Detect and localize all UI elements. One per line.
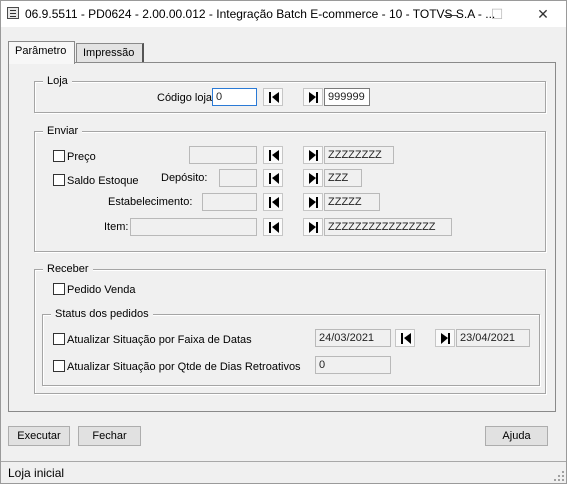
group-enviar-title: Enviar: [43, 124, 83, 138]
data-inicial-input[interactable]: 24/03/2021: [315, 329, 391, 347]
title-bar: 06.9.5511 - PD0624 - 2.00.00.012 - Integ…: [1, 1, 566, 27]
group-loja-title: Loja: [43, 74, 72, 88]
dias-retroativos-input[interactable]: 0: [315, 356, 391, 374]
minimize-button[interactable]: —: [428, 1, 474, 27]
pedido-venda-checkbox[interactable]: [53, 283, 65, 295]
preco-label: Preço: [67, 151, 96, 163]
deposito-final-input[interactable]: ZZZ: [324, 169, 362, 187]
pedido-venda-label: Pedido Venda: [67, 284, 136, 296]
last-record-icon[interactable]: [303, 169, 323, 187]
first-record-icon[interactable]: [395, 329, 415, 347]
preco-inicial-input[interactable]: [189, 146, 257, 164]
maximize-button[interactable]: ☐: [474, 1, 520, 27]
dias-retroativos-checkbox[interactable]: [53, 360, 65, 372]
resize-grip-icon[interactable]: [554, 471, 564, 481]
group-loja: Loja: [34, 74, 546, 113]
codigo-loja-final-value: 999999: [328, 91, 365, 103]
last-record-icon[interactable]: [303, 193, 323, 211]
main-window: 06.9.5511 - PD0624 - 2.00.00.012 - Integ…: [0, 0, 567, 484]
item-label: Item:: [104, 221, 129, 233]
group-status-pedidos-title: Status dos pedidos: [51, 307, 153, 321]
codigo-loja-inicial-value: 0: [216, 91, 223, 103]
status-bar: Loja inicial: [1, 461, 566, 483]
last-record-icon[interactable]: [303, 146, 323, 164]
first-record-icon[interactable]: [263, 169, 283, 187]
first-record-icon[interactable]: [263, 88, 283, 106]
group-receber-title: Receber: [43, 262, 93, 276]
last-record-icon[interactable]: [303, 218, 323, 236]
tab-panel-parametro: Loja Código loja: 0 999999 Enviar Preço …: [8, 62, 556, 412]
estabelecimento-final-input[interactable]: ZZZZZ: [324, 193, 380, 211]
tab-parametro[interactable]: Parâmetro: [8, 41, 75, 64]
last-record-icon[interactable]: [435, 329, 455, 347]
codigo-loja-inicial-input[interactable]: 0: [212, 88, 257, 106]
item-final-input[interactable]: ZZZZZZZZZZZZZZZZ: [324, 218, 452, 236]
estabelecimento-inicial-input[interactable]: [202, 193, 257, 211]
window-title: 06.9.5511 - PD0624 - 2.00.00.012 - Integ…: [25, 7, 496, 21]
close-button[interactable]: ✕: [520, 1, 566, 27]
last-record-icon[interactable]: [303, 88, 323, 106]
fechar-button[interactable]: Fechar: [78, 426, 141, 446]
deposito-inicial-input[interactable]: [219, 169, 257, 187]
tab-impressao[interactable]: Impressão: [76, 43, 144, 64]
codigo-loja-final-input[interactable]: 999999: [324, 88, 370, 106]
codigo-loja-label: Código loja:: [157, 92, 216, 104]
group-status-pedidos: Status dos pedidos: [42, 307, 540, 386]
saldo-estoque-label: Saldo Estoque: [67, 175, 139, 187]
status-text: Loja inicial: [8, 466, 65, 480]
dias-retroativos-label: Atualizar Situação por Qtde de Dias Retr…: [67, 361, 301, 373]
ajuda-button[interactable]: Ajuda: [485, 426, 548, 446]
first-record-icon[interactable]: [263, 193, 283, 211]
preco-final-input[interactable]: ZZZZZZZZ: [324, 146, 394, 164]
estabelecimento-label: Estabelecimento:: [108, 196, 193, 208]
data-final-input[interactable]: 23/04/2021: [456, 329, 530, 347]
saldo-estoque-checkbox[interactable]: [53, 174, 65, 186]
first-record-icon[interactable]: [263, 218, 283, 236]
first-record-icon[interactable]: [263, 146, 283, 164]
app-icon: [7, 7, 19, 19]
preco-checkbox[interactable]: [53, 150, 65, 162]
executar-button[interactable]: Executar: [8, 426, 70, 446]
faixa-datas-label: Atualizar Situação por Faixa de Datas: [67, 334, 252, 346]
item-inicial-input[interactable]: [130, 218, 257, 236]
deposito-label: Depósito:: [161, 172, 208, 184]
faixa-datas-checkbox[interactable]: [53, 333, 65, 345]
